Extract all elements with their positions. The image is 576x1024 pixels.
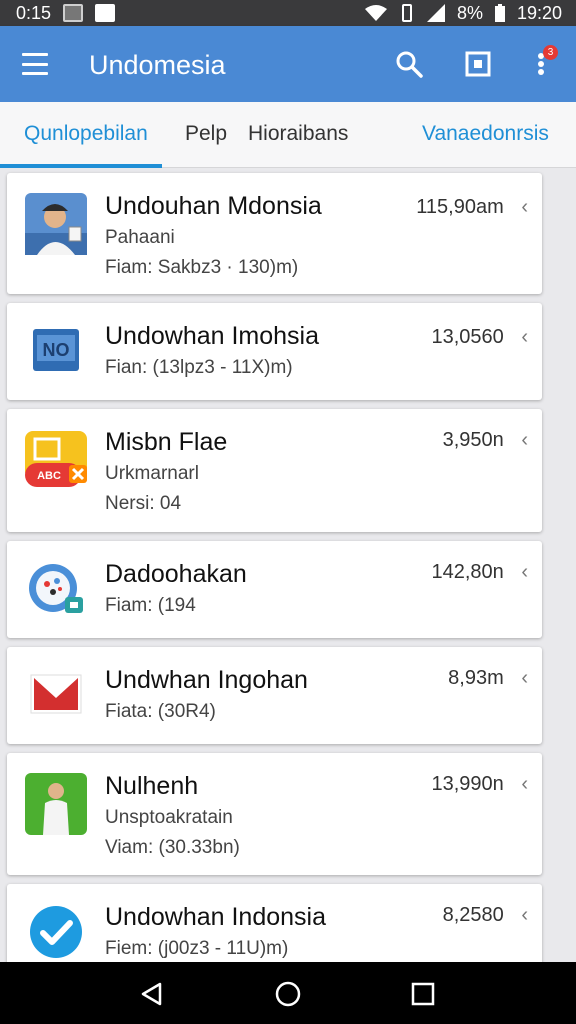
- news-icon: NO: [33, 329, 79, 371]
- list-item[interactable]: Nulhenh Unsptoakratain Viam: (30.33bn) 1…: [7, 753, 542, 875]
- item-value-text: 115,90am: [416, 196, 504, 218]
- recent-apps-icon[interactable]: [409, 980, 437, 1008]
- item-detail: Viam: (30.33bn): [105, 837, 240, 858]
- item-subtitle: Unsptoakratain: [105, 807, 233, 828]
- svg-text:NO: NO: [43, 340, 70, 360]
- tab-bar: Qunlopebilan Pelp Hioraibans Vanaedonrsi…: [0, 102, 576, 168]
- item-subtitle: Fiata: (30R4): [105, 701, 216, 722]
- item-subtitle: Fian: (13lpz3 - 11X)m): [105, 357, 293, 378]
- status-time-left: 0:15: [16, 2, 52, 23]
- notification-badge: 3: [543, 45, 558, 60]
- chevron-icon[interactable]: ‹: [521, 561, 528, 583]
- item-value-text: 3,950n: [442, 429, 504, 451]
- item-value: 115,90am ‹: [416, 196, 528, 219]
- item-value: 3,950n ‹: [443, 429, 528, 452]
- person-icon: [25, 773, 87, 835]
- app-notification-icon: [95, 4, 116, 22]
- tab-hioraibans[interactable]: Hioraibans: [248, 122, 348, 146]
- signal-icon: [426, 4, 445, 22]
- chevron-icon[interactable]: ‹: [521, 326, 528, 348]
- item-value-text: 13,0560: [431, 326, 504, 348]
- item-title: Undowhan Indonsia: [105, 903, 326, 931]
- navigation-bar: [0, 962, 576, 1024]
- item-title: Undowhan Imohsia: [105, 322, 320, 350]
- chevron-icon[interactable]: ‹: [521, 196, 528, 218]
- item-subtitle: Pahaani: [105, 227, 175, 248]
- tab-vanaedonrsis[interactable]: Vanaedonrsis: [422, 122, 549, 146]
- gallery-notification-icon: [63, 4, 84, 22]
- home-icon[interactable]: [274, 980, 302, 1008]
- tab-pelp[interactable]: Pelp: [185, 122, 227, 146]
- list-item[interactable]: Undwhan Ingohan Fiata: (30R4) 8,93m ‹: [7, 647, 542, 744]
- mail-icon: [30, 674, 82, 714]
- list-item[interactable]: Dadoohakan Fiam: (194 142,80n ‹: [7, 541, 542, 638]
- item-detail: Fiam: Sakbz3 · 130)m): [105, 257, 299, 278]
- battery-percent: 8%: [456, 2, 483, 23]
- item-title: Dadoohakan: [105, 560, 247, 588]
- globe-icon: [29, 564, 83, 613]
- search-icon[interactable]: [393, 48, 425, 80]
- item-value: 13,0560 ‹: [431, 326, 528, 349]
- chevron-icon[interactable]: ‹: [521, 773, 528, 795]
- status-time-right: 19:20: [516, 2, 562, 23]
- menu-icon[interactable]: [22, 53, 48, 75]
- folder-icon: ABC: [25, 431, 87, 487]
- item-value: 13,990n ‹: [431, 773, 528, 796]
- item-detail: Nersi: 04: [105, 493, 182, 514]
- list-item[interactable]: Undouhan Mdonsia Pahaani Fiam: Sakbz3 · …: [7, 173, 542, 294]
- portrait-icon: [25, 193, 87, 255]
- battery-icon: [494, 4, 505, 22]
- item-value: 8,2580 ‹: [443, 904, 528, 927]
- tab-qunlopebilan[interactable]: Qunlopebilan: [24, 122, 148, 146]
- chevron-icon[interactable]: ‹: [521, 904, 528, 926]
- item-subtitle: Urkmarnarl: [105, 463, 199, 484]
- item-subtitle: Fiem: (j00z3 - 11U)m): [105, 938, 289, 959]
- item-title: Nulhenh: [105, 772, 199, 800]
- svg-text:ABC: ABC: [37, 470, 61, 482]
- item-value: 142,80n ‹: [431, 561, 528, 584]
- app-bar: Undomesia 3: [0, 26, 576, 102]
- list-item[interactable]: ABC Misbn Flae Urkmarnarl Nersi: 04 3,95…: [7, 409, 542, 532]
- status-bar: 0:15 8% 19:20: [0, 0, 576, 26]
- back-icon[interactable]: [138, 980, 166, 1008]
- check-icon: [30, 906, 82, 958]
- item-title: Misbn Flae: [105, 428, 228, 456]
- wifi-icon: [364, 5, 387, 21]
- item-value-text: 13,990n: [431, 773, 504, 795]
- chevron-icon[interactable]: ‹: [521, 429, 528, 451]
- notification-count: 3: [547, 47, 554, 58]
- item-value-text: 8,93m: [448, 667, 504, 689]
- item-value-text: 8,2580: [442, 904, 504, 926]
- active-tab-indicator: [0, 164, 162, 168]
- item-title: Undouhan Mdonsia: [105, 192, 322, 220]
- item-subtitle: Fiam: (194: [105, 595, 196, 616]
- item-value-text: 142,80n: [431, 561, 504, 583]
- item-value: 8,93m ‹: [448, 667, 528, 690]
- item-title: Undwhan Ingohan: [105, 666, 308, 694]
- chevron-icon[interactable]: ‹: [521, 667, 528, 689]
- list-item[interactable]: NO Undowhan Imohsia Fian: (13lpz3 - 11X)…: [7, 303, 542, 400]
- app-title: Undomesia: [89, 50, 226, 80]
- vibrate-icon: [401, 4, 412, 22]
- select-all-icon[interactable]: [462, 48, 494, 80]
